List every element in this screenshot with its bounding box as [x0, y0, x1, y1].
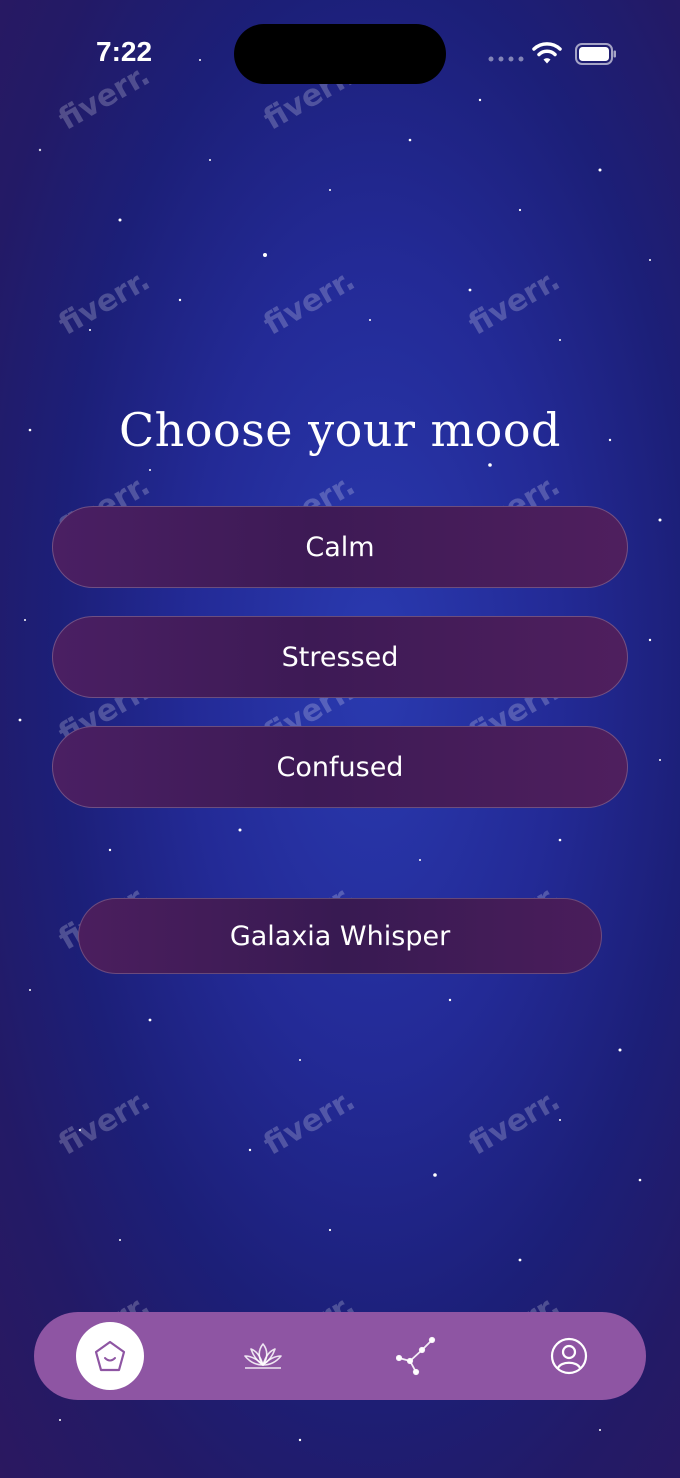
tab-profile[interactable] — [535, 1322, 603, 1390]
tab-meditation[interactable] — [229, 1322, 297, 1390]
watermark-text: fiverr. — [52, 262, 156, 343]
profile-icon — [550, 1337, 588, 1375]
dynamic-island — [234, 24, 446, 84]
wifi-icon — [532, 42, 562, 64]
battery-icon — [575, 43, 616, 65]
cellular-signal-icon — [488, 56, 524, 62]
status-bar: 7:22 — [0, 0, 680, 110]
watermark-text: fiverr. — [257, 1082, 361, 1163]
tab-constellations[interactable] — [382, 1322, 450, 1390]
watermark-text: fiverr. — [52, 1082, 156, 1163]
tab-home[interactable] — [76, 1322, 144, 1390]
mood-button-calm[interactable]: Calm — [52, 506, 628, 588]
home-icon — [94, 1340, 126, 1372]
lotus-icon — [244, 1343, 282, 1369]
galaxia-whisper-button[interactable]: Galaxia Whisper — [78, 898, 602, 974]
status-time: 7:22 — [96, 36, 153, 67]
watermark-text: fiverr. — [257, 262, 361, 343]
page-title: Choose your mood — [118, 402, 562, 457]
mood-button-confused[interactable]: Confused — [52, 726, 628, 808]
watermark-text: fiverr. — [462, 1082, 566, 1163]
constellation-icon — [396, 1336, 436, 1376]
bottom-tab-bar — [34, 1312, 646, 1400]
mood-button-stressed[interactable]: Stressed — [52, 616, 628, 698]
watermark-text: fiverr. — [462, 262, 566, 343]
